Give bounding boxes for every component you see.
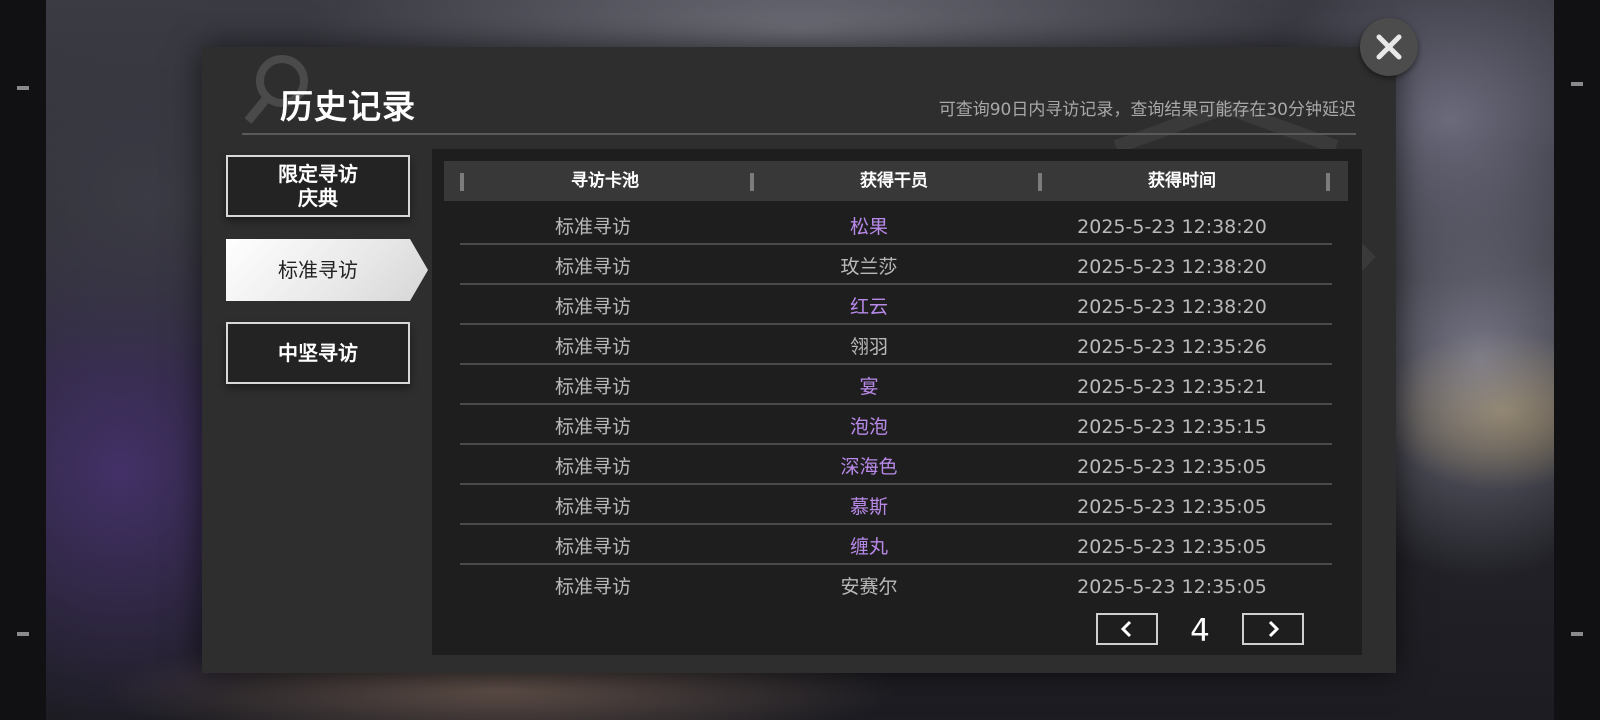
header-separator [1326, 173, 1330, 191]
pool-cell: 标准寻访 [554, 216, 631, 238]
table-row: 标准寻访 玫兰莎 2025-5-23 12:38:20 [460, 245, 1332, 285]
operator-cell: 翎羽 [849, 336, 888, 358]
table-row: 标准寻访 红云 2025-5-23 12:38:20 [460, 285, 1332, 325]
operator-cell: 红云 [849, 296, 888, 318]
tab-limited-celebration[interactable]: 限定寻访 庆典 [226, 155, 410, 217]
column-header-operator: 获得干员 [860, 171, 928, 191]
chevron-left-icon [1120, 620, 1132, 638]
time-cell: 2025-5-23 12:35:26 [1077, 336, 1267, 358]
right-frame-bar [1554, 0, 1600, 720]
frame-tick [1571, 632, 1583, 636]
page-title: 历史记录 [280, 87, 416, 126]
time-cell: 2025-5-23 12:38:20 [1077, 256, 1267, 278]
tab-mainstay[interactable]: 中坚寻访 [226, 322, 410, 384]
table-header: 寻访卡池 获得干员 获得时间 [444, 161, 1348, 201]
left-frame-bar [0, 0, 46, 720]
operator-cell: 泡泡 [849, 416, 888, 438]
time-cell: 2025-5-23 12:35:21 [1077, 376, 1267, 398]
table-row: 标准寻访 慕斯 2025-5-23 12:35:05 [460, 485, 1332, 525]
history-dialog: 历史记录 可查询90日内寻访记录，查询结果可能存在30分钟延迟 限定寻访 庆典 … [202, 47, 1396, 673]
table-row: 标准寻访 缠丸 2025-5-23 12:35:05 [460, 525, 1332, 565]
frame-tick [1571, 82, 1583, 86]
query-notice: 可查询90日内寻访记录，查询结果可能存在30分钟延迟 [938, 100, 1356, 120]
table-row: 标准寻访 泡泡 2025-5-23 12:35:15 [460, 405, 1332, 445]
column-header-time: 获得时间 [1148, 171, 1216, 191]
table-body: 标准寻访 松果 2025-5-23 12:38:20 标准寻访 玫兰莎 2025… [460, 205, 1332, 605]
table-row: 标准寻访 深海色 2025-5-23 12:35:05 [460, 445, 1332, 485]
frame-tick [17, 632, 29, 636]
tab-label: 标准寻访 [278, 258, 358, 282]
pool-cell: 标准寻访 [554, 496, 631, 518]
tab-label: 中坚寻访 [278, 341, 358, 365]
operator-cell: 缠丸 [849, 536, 888, 558]
table-row: 标准寻访 翎羽 2025-5-23 12:35:26 [460, 325, 1332, 365]
time-cell: 2025-5-23 12:35:05 [1077, 496, 1267, 518]
header: 历史记录 可查询90日内寻访记录，查询结果可能存在30分钟延迟 [242, 47, 1356, 135]
time-cell: 2025-5-23 12:38:20 [1077, 296, 1267, 318]
prev-page-button[interactable] [1096, 613, 1158, 645]
time-cell: 2025-5-23 12:35:15 [1077, 416, 1267, 438]
pool-cell: 标准寻访 [554, 336, 631, 358]
frame-tick [17, 86, 29, 90]
operator-cell: 松果 [849, 216, 888, 238]
operator-cell: 深海色 [840, 456, 898, 478]
operator-cell: 安赛尔 [840, 576, 898, 598]
pool-cell: 标准寻访 [554, 416, 631, 438]
pool-cell: 标准寻访 [554, 536, 631, 558]
close-button[interactable] [1360, 18, 1418, 76]
time-cell: 2025-5-23 12:35:05 [1077, 456, 1267, 478]
time-cell: 2025-5-23 12:35:05 [1077, 576, 1267, 598]
next-page-button[interactable] [1242, 613, 1304, 645]
operator-cell: 玫兰莎 [840, 256, 898, 278]
pool-cell: 标准寻访 [554, 456, 631, 478]
table-row: 标准寻访 安赛尔 2025-5-23 12:35:05 [460, 565, 1332, 605]
chevron-right-icon [1268, 620, 1280, 638]
tab-label-line2: 庆典 [298, 186, 338, 210]
history-table-panel: 寻访卡池 获得干员 获得时间 标准寻访 松果 2025-5-23 12:38:2… [432, 149, 1362, 655]
time-cell: 2025-5-23 12:38:20 [1077, 216, 1267, 238]
column-header-pool: 寻访卡池 [571, 171, 639, 191]
pool-cell: 标准寻访 [554, 376, 631, 398]
close-icon [1376, 34, 1402, 60]
table-row: 标准寻访 宴 2025-5-23 12:35:21 [460, 365, 1332, 405]
operator-cell: 慕斯 [849, 496, 888, 518]
operator-cell: 宴 [859, 376, 879, 398]
tab-label-line1: 限定寻访 [278, 162, 358, 186]
table-row: 标准寻访 松果 2025-5-23 12:38:20 [460, 205, 1332, 245]
page-number: 4 [1190, 613, 1210, 649]
pool-cell: 标准寻访 [554, 296, 631, 318]
pool-cell: 标准寻访 [554, 576, 631, 598]
tab-standard[interactable]: 标准寻访 [226, 239, 428, 301]
pool-cell: 标准寻访 [554, 256, 631, 278]
time-cell: 2025-5-23 12:35:05 [1077, 536, 1267, 558]
pagination: 4 [1096, 613, 1306, 649]
